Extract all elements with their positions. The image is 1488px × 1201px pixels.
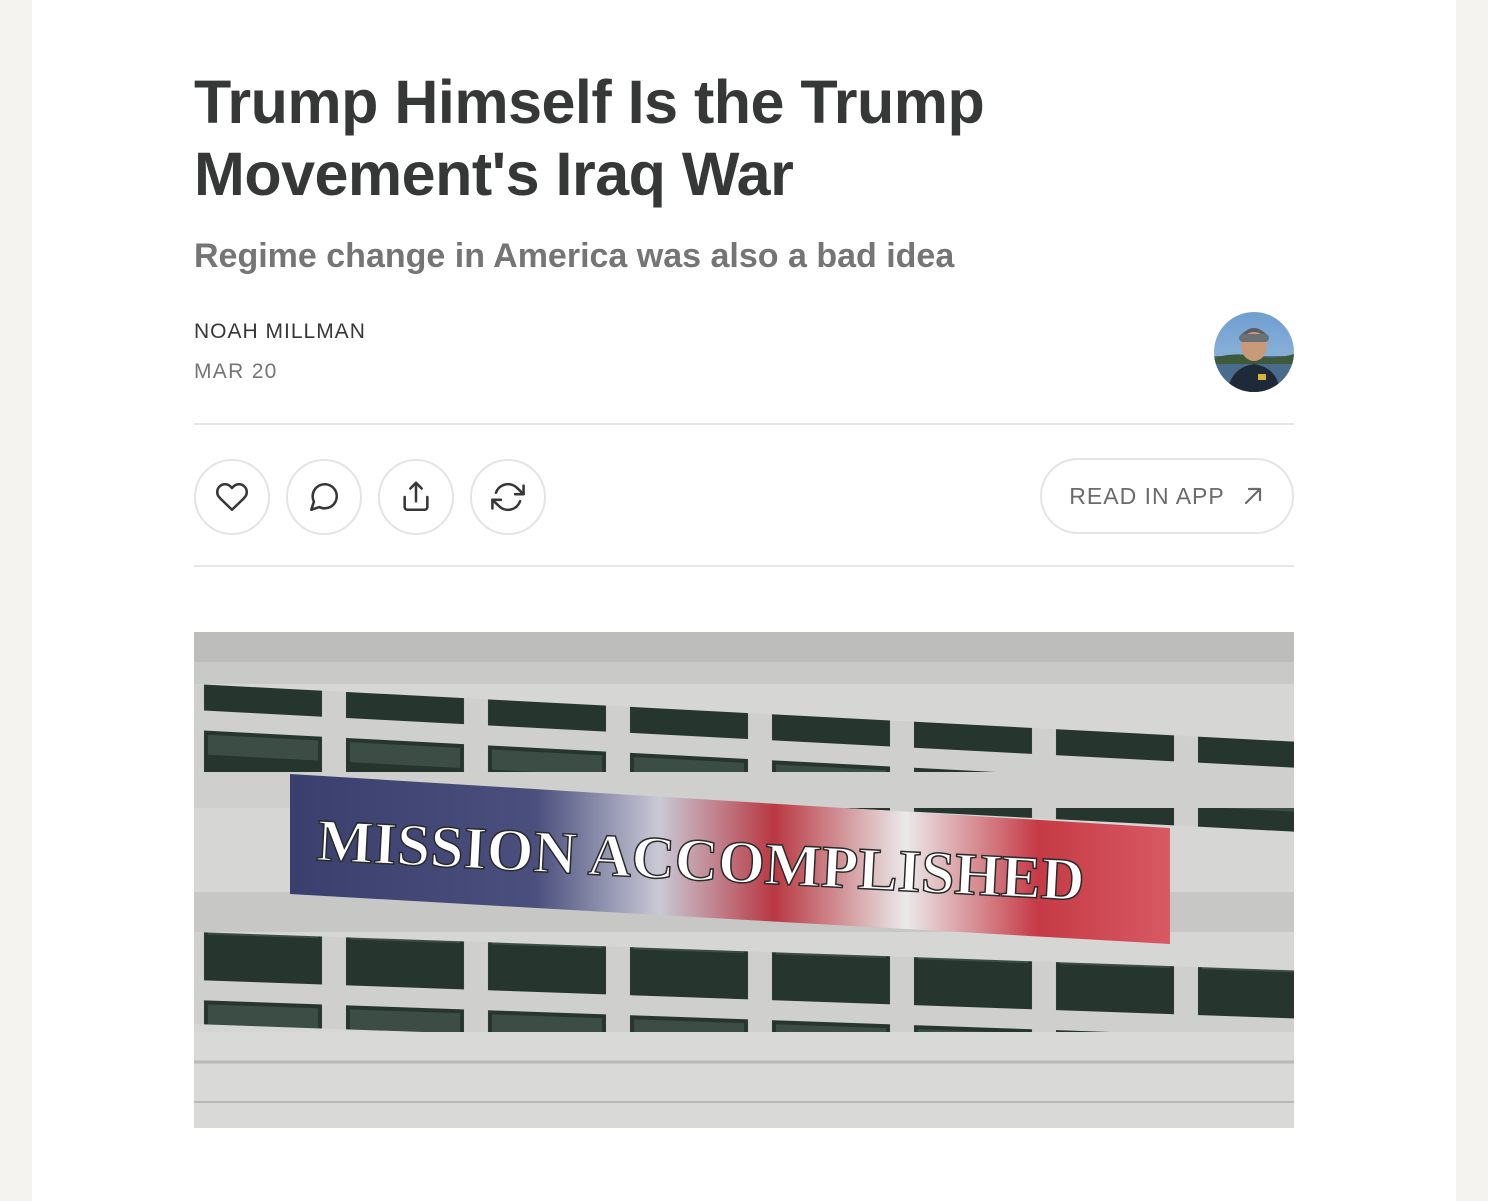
post-date: MAR 20 xyxy=(194,360,278,383)
hero-image-graphic: MISSION ACCOMPLISHED xyxy=(194,632,1294,1128)
post-card: Trump Himself Is the Trump Movement's Ir… xyxy=(32,0,1456,1201)
hero-image[interactable]: MISSION ACCOMPLISHED xyxy=(194,632,1294,1128)
heart-icon xyxy=(215,482,249,512)
post-title: Trump Himself Is the Trump Movement's Ir… xyxy=(194,68,985,208)
comment-button[interactable] xyxy=(286,459,362,535)
share-icon xyxy=(403,481,429,512)
read-in-app-label: READ IN APP xyxy=(1069,482,1225,509)
divider-top xyxy=(194,423,1294,425)
comment-icon xyxy=(309,482,339,512)
arrow-up-right-icon xyxy=(1244,487,1261,505)
share-button[interactable] xyxy=(378,459,454,535)
post-subtitle: Regime change in America was also a bad … xyxy=(194,237,955,275)
divider-bottom xyxy=(194,565,1294,567)
restack-icon xyxy=(491,482,525,512)
author-byline: NOAH MILLMAN xyxy=(194,320,366,344)
like-button[interactable] xyxy=(194,459,270,535)
restack-button[interactable] xyxy=(470,459,546,535)
read-in-app-button[interactable]: READ IN APP xyxy=(1040,458,1294,534)
author-avatar[interactable] xyxy=(1214,312,1294,392)
author-link[interactable]: NOAH MILLMAN xyxy=(194,320,366,343)
